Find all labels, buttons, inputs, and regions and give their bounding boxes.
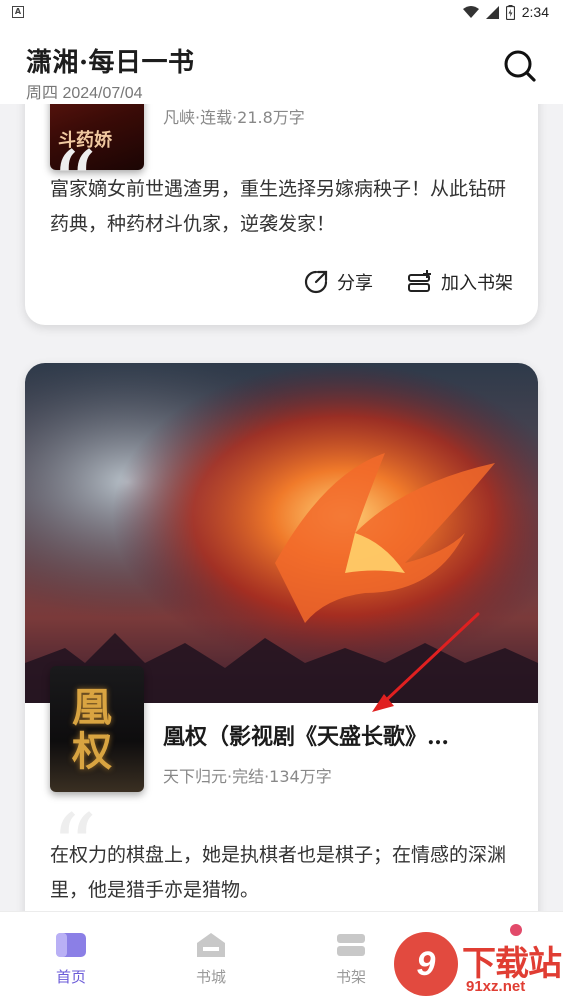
cover-title: 凰权 (72, 684, 112, 775)
status-bar: A 2:34 (0, 0, 563, 24)
watermark: 9 下载站 91xz.net (394, 932, 563, 1002)
annotation-arrow-icon (372, 612, 480, 712)
tab-bookshelf[interactable]: 书架 (311, 930, 391, 987)
status-left: A (12, 6, 24, 18)
notification-a-icon: A (12, 6, 24, 18)
page-title: 潇湘·每日一书 (26, 48, 195, 78)
status-time: 2:34 (521, 4, 549, 20)
feed-scroll[interactable]: 斗药娇 凡峡·连载·21.8万字 “ 富家嫡女前世遇渣男，重生选择另嫁病秧子！从… (0, 104, 563, 911)
search-icon[interactable] (500, 46, 540, 86)
tab-bookstore[interactable]: 书城 (171, 930, 251, 987)
app-header: 潇湘·每日一书 周四 2024/07/04 (0, 24, 563, 104)
status-right: 2:34 (462, 4, 549, 20)
book-description: 在权力的棋盘上，她是执棋者也是棋子；在情感的深渊里，他是猎手亦是猎物。 (50, 844, 507, 901)
add-shelf-label: 加入书架 (441, 273, 513, 294)
tab-home-label: 首页 (55, 968, 86, 986)
book-card[interactable]: 斗药娇 凡峡·连载·21.8万字 “ 富家嫡女前世遇渣男，重生选择另嫁病秧子！从… (25, 104, 538, 325)
page-date: 周四 2024/07/04 (26, 85, 143, 102)
book-meta: 凡峡·连载·21.8万字 (163, 108, 305, 127)
tab-bookshelf-label: 书架 (335, 968, 366, 986)
wifi-icon (462, 5, 479, 18)
share-label: 分享 (337, 273, 373, 294)
watermark-badge: 9 (394, 932, 458, 996)
bookshelf-tab-icon (337, 934, 365, 956)
signal-icon (485, 5, 499, 19)
bookshelf-icon (408, 270, 431, 292)
tab-bookstore-label: 书城 (195, 968, 226, 986)
book-cover[interactable]: 凰权 (50, 666, 144, 792)
share-icon (304, 270, 328, 294)
book-description: 富家嫡女前世遇渣男，重生选择另嫁病秧子！从此钻研药典，种药材斗仇家，逆袭发家！ (50, 178, 507, 235)
bookstore-icon (197, 933, 225, 957)
book-title[interactable]: 凰权（影视剧《天盛长歌》… (163, 719, 503, 751)
home-book-icon (56, 933, 86, 957)
battery-icon (505, 4, 515, 20)
book-meta: 天下归元·完结·134万字 (163, 767, 332, 786)
tab-home[interactable]: 首页 (31, 930, 111, 987)
share-button[interactable]: 分享 (303, 269, 373, 295)
card-actions: 分享 加入书架 (303, 269, 513, 295)
add-shelf-button[interactable]: 加入书架 (407, 269, 513, 295)
watermark-url: 91xz.net (466, 978, 526, 995)
